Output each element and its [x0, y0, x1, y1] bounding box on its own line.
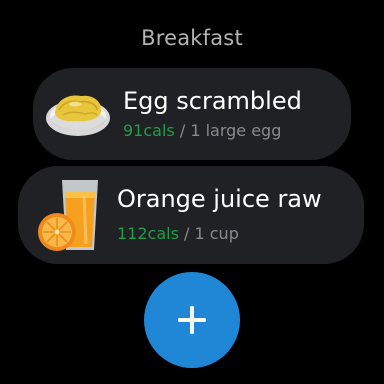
- food-item-orange-juice-raw[interactable]: Orange juice raw 112cals / 1 cup: [18, 166, 364, 264]
- plus-icon: [178, 306, 206, 334]
- orange-juice-glass-icon: [38, 180, 98, 251]
- food-item-egg-scrambled[interactable]: Egg scrambled 91cals / 1 large egg: [33, 68, 351, 160]
- details-separator: /: [178, 224, 195, 243]
- scrambled-egg-plate-icon: [46, 95, 110, 136]
- serving-size: 1 large egg: [190, 121, 282, 140]
- details-separator: /: [174, 121, 191, 140]
- watch-screen: Breakfast Egg scrambled 91cals / 1 large…: [0, 0, 384, 384]
- section-title: Breakfast: [141, 26, 243, 50]
- food-item-name: Orange juice raw: [117, 185, 322, 213]
- calories-value: 112cals: [117, 224, 179, 243]
- food-item-name: Egg scrambled: [123, 87, 302, 115]
- add-food-button[interactable]: [144, 272, 240, 368]
- calories-value: 91cals: [123, 121, 175, 140]
- serving-size: 1 cup: [194, 224, 239, 243]
- food-item-details: 91cals / 1 large egg: [123, 121, 281, 140]
- food-item-details: 112cals / 1 cup: [117, 224, 239, 243]
